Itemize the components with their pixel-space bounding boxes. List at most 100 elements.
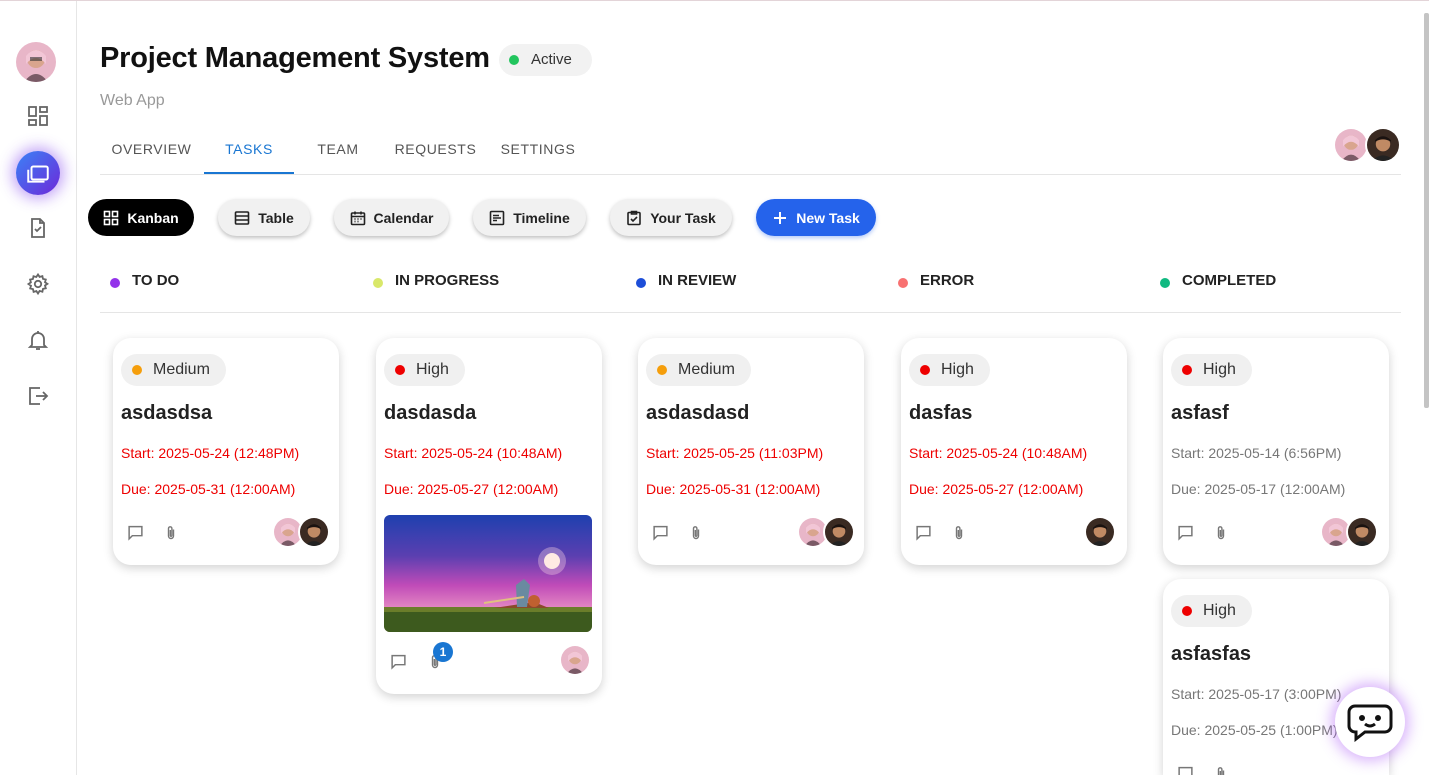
avatar bbox=[298, 516, 330, 548]
status-badge: Active bbox=[499, 44, 592, 76]
task-cover-image[interactable] bbox=[384, 515, 592, 632]
comment-icon[interactable] bbox=[913, 522, 933, 542]
attachment-count-badge: 1 bbox=[433, 642, 453, 662]
task-card[interactable]: High dasfas Start: 2025-05-24 (10:48AM) … bbox=[901, 338, 1127, 565]
tab-requests[interactable]: REQUESTS bbox=[386, 127, 485, 174]
your-task-view-button[interactable]: Your Task bbox=[610, 199, 732, 236]
table-icon bbox=[234, 210, 250, 225]
table-label: Table bbox=[258, 209, 294, 226]
priority-badge: Medium bbox=[646, 354, 751, 386]
project-tabs: OVERVIEW TASKS TEAM REQUESTS SETTINGS bbox=[100, 127, 1401, 175]
status-label: Active bbox=[531, 51, 572, 68]
grid-icon bbox=[104, 210, 119, 225]
task-due-date: Due: 2025-05-31 (12:00AM) bbox=[646, 481, 821, 497]
task-card[interactable]: High dasdasda Start: 2025-05-24 (10:48AM… bbox=[376, 338, 602, 694]
comment-icon[interactable] bbox=[388, 651, 408, 671]
task-card[interactable]: Medium asdasdsa Start: 2025-05-24 (12:48… bbox=[113, 338, 339, 565]
priority-label: High bbox=[1203, 361, 1236, 378]
task-card[interactable]: Medium asdasdasd Start: 2025-05-25 (11:0… bbox=[638, 338, 864, 565]
priority-dot bbox=[920, 365, 930, 375]
priority-badge: Medium bbox=[121, 354, 226, 386]
column-header-in-progress: IN PROGRESS bbox=[373, 272, 499, 289]
chat-bubble-icon bbox=[1347, 704, 1393, 742]
logout-icon[interactable] bbox=[24, 382, 52, 410]
priority-dot bbox=[657, 365, 667, 375]
tab-overview[interactable]: OVERVIEW bbox=[100, 127, 203, 174]
column-label: ERROR bbox=[920, 272, 975, 289]
comment-icon[interactable] bbox=[1175, 522, 1195, 542]
calendar-view-button[interactable]: Calendar bbox=[334, 199, 449, 236]
avatar bbox=[559, 644, 591, 676]
your-task-label: Your Task bbox=[650, 209, 716, 226]
task-title: asdasdsa bbox=[121, 402, 213, 424]
assignee-avatars[interactable] bbox=[797, 516, 857, 548]
assignee-avatars[interactable] bbox=[1084, 516, 1118, 548]
tab-team[interactable]: TEAM bbox=[296, 127, 380, 174]
team-avatars[interactable] bbox=[1333, 127, 1403, 163]
task-card[interactable]: High asfasf Start: 2025-05-14 (6:56PM) D… bbox=[1163, 338, 1389, 565]
scrollbar[interactable] bbox=[1424, 13, 1429, 408]
task-start-date: Start: 2025-05-24 (10:48AM) bbox=[909, 445, 1088, 461]
calendar-icon bbox=[350, 211, 365, 225]
new-task-label: New Task bbox=[796, 209, 860, 226]
assignee-avatars[interactable] bbox=[272, 516, 332, 548]
tab-tasks[interactable]: TASKS bbox=[204, 127, 294, 174]
bell-icon[interactable] bbox=[24, 326, 52, 354]
attachment-icon[interactable] bbox=[1211, 763, 1231, 775]
column-dot bbox=[110, 278, 120, 288]
user-avatar[interactable] bbox=[16, 42, 56, 82]
task-start-date: Start: 2025-05-24 (12:48PM) bbox=[121, 445, 300, 461]
task-due-date: Due: 2025-05-25 (1:00PM) bbox=[1171, 722, 1338, 738]
priority-label: High bbox=[416, 361, 449, 378]
kanban-column-headers: TO DO IN PROGRESS IN REVIEW ERROR COMPLE… bbox=[100, 263, 1401, 313]
comment-icon[interactable] bbox=[125, 522, 145, 542]
task-start-date: Start: 2025-05-25 (11:03PM) bbox=[646, 445, 824, 461]
task-title: asfasfas bbox=[1171, 643, 1252, 665]
priority-label: Medium bbox=[153, 361, 210, 378]
task-due-date: Due: 2025-05-17 (12:00AM) bbox=[1171, 481, 1346, 497]
attachment-icon[interactable] bbox=[686, 522, 706, 542]
column-dot bbox=[373, 278, 383, 288]
avatar bbox=[1333, 127, 1369, 163]
priority-dot bbox=[132, 365, 142, 375]
new-task-button[interactable]: New Task bbox=[756, 199, 876, 236]
attachment-icon[interactable] bbox=[161, 522, 181, 542]
status-dot bbox=[509, 55, 519, 65]
tab-settings[interactable]: SETTINGS bbox=[492, 127, 584, 174]
table-view-button[interactable]: Table bbox=[218, 199, 310, 236]
comment-icon[interactable] bbox=[650, 522, 670, 542]
priority-label: High bbox=[941, 361, 974, 378]
task-title: dasdasda bbox=[384, 402, 477, 424]
attachment-icon[interactable] bbox=[1211, 522, 1231, 542]
dashboard-icon[interactable] bbox=[24, 102, 52, 130]
column-header-error: ERROR bbox=[898, 272, 974, 289]
comment-icon[interactable] bbox=[1175, 763, 1195, 775]
task-title: dasfas bbox=[909, 402, 973, 424]
avatar bbox=[1346, 516, 1378, 548]
column-dot bbox=[898, 278, 908, 288]
task-start-date: Start: 2025-05-24 (10:48AM) bbox=[384, 445, 563, 461]
task-check-icon[interactable] bbox=[24, 214, 52, 242]
page-title: Project Management System bbox=[100, 42, 490, 74]
chat-bot-button[interactable] bbox=[1335, 687, 1405, 757]
gear-icon[interactable] bbox=[24, 270, 52, 298]
column-dot bbox=[1160, 278, 1170, 288]
calendar-label: Calendar bbox=[373, 209, 434, 226]
kanban-view-button[interactable]: Kanban bbox=[88, 199, 194, 236]
column-dot bbox=[636, 278, 646, 288]
kanban-label: Kanban bbox=[127, 209, 179, 226]
priority-badge: High bbox=[1171, 354, 1252, 386]
priority-label: High bbox=[1203, 602, 1236, 619]
timeline-icon bbox=[489, 210, 505, 225]
priority-dot bbox=[1182, 365, 1192, 375]
assignee-avatars[interactable] bbox=[1320, 516, 1380, 548]
folder-icon[interactable] bbox=[16, 151, 60, 195]
column-header-completed: COMPLETED bbox=[1160, 272, 1276, 289]
attachment-icon[interactable] bbox=[949, 522, 969, 542]
task-due-date: Due: 2025-05-31 (12:00AM) bbox=[121, 481, 296, 497]
priority-label: Medium bbox=[678, 361, 735, 378]
assignee-avatars[interactable] bbox=[559, 644, 593, 676]
task-due-date: Due: 2025-05-27 (12:00AM) bbox=[909, 481, 1084, 497]
task-title: asdasdasd bbox=[646, 402, 750, 424]
timeline-view-button[interactable]: Timeline bbox=[473, 199, 586, 236]
